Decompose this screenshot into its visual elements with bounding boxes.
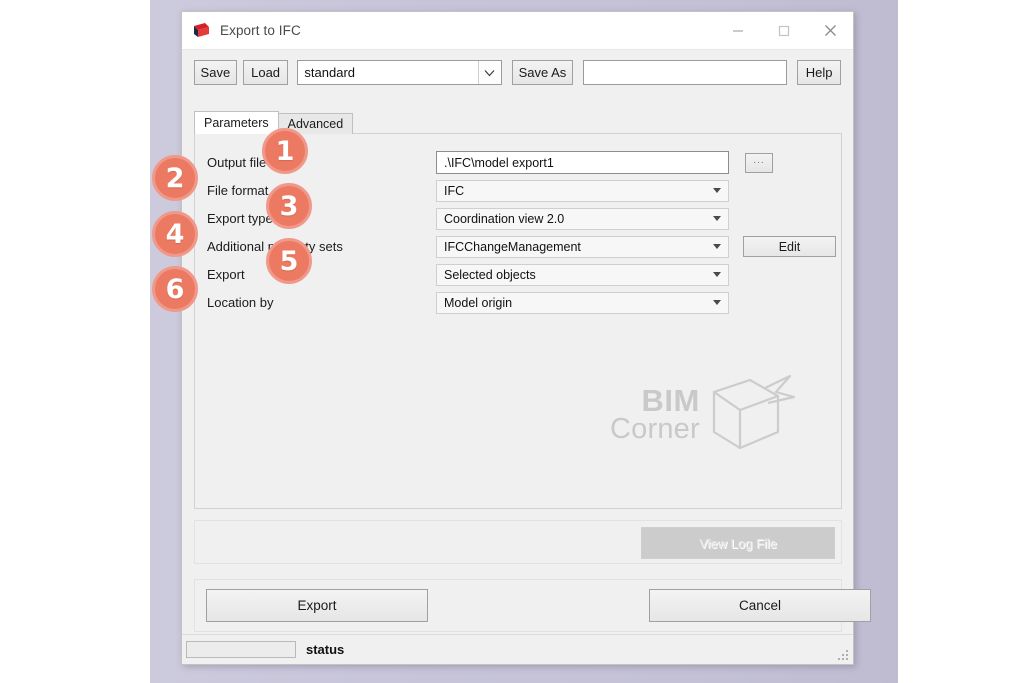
export-type-field-wrap: Coordination view 2.0 [436, 207, 729, 230]
view-log-file-button[interactable]: View Log File [641, 527, 835, 559]
export-scope-value: Selected objects [444, 267, 536, 282]
additional-property-sets-select[interactable]: IFCChangeManagement [436, 235, 729, 258]
chevron-down-icon [708, 181, 726, 201]
label-file-format: File format [207, 183, 269, 198]
help-button[interactable]: Help [797, 60, 842, 85]
export-scope-select[interactable]: Selected objects [436, 263, 729, 286]
log-bar: View Log File [194, 520, 842, 564]
resize-grip-icon[interactable] [836, 648, 848, 660]
chevron-down-icon [708, 209, 726, 229]
maximize-icon[interactable] [761, 12, 807, 49]
export-button[interactable]: Export [206, 589, 428, 622]
callout-badge-3: 3 [266, 183, 312, 229]
watermark-text: BIM Corner [610, 383, 700, 445]
preset-toolbar: Save Load standard Save As Help [182, 50, 853, 96]
export-type-value: Coordination view 2.0 [444, 211, 565, 226]
export-type-select[interactable]: Coordination view 2.0 [436, 207, 729, 230]
action-bar: Export Cancel [194, 579, 871, 632]
save-as-button[interactable]: Save As [512, 60, 573, 85]
file-format-select[interactable]: IFC [436, 179, 729, 202]
window-title: Export to IFC [220, 23, 301, 38]
edit-property-sets-button[interactable]: Edit [743, 236, 836, 257]
chevron-down-icon [708, 237, 726, 257]
tekla-export-icon [193, 22, 210, 39]
callout-badge-5: 5 [266, 238, 312, 284]
tab-parameters[interactable]: Parameters [194, 111, 279, 134]
watermark-line-2: Corner [610, 412, 700, 445]
label-export: Export [207, 267, 245, 282]
status-label: status [306, 642, 345, 657]
save-button[interactable]: Save [194, 60, 237, 85]
cancel-button[interactable]: Cancel [649, 589, 871, 622]
label-export-type: Export type [207, 211, 273, 226]
callout-badge-1: 1 [262, 128, 308, 174]
close-icon[interactable] [807, 12, 853, 49]
status-bar: status [182, 634, 853, 664]
callout-badge-4: 4 [152, 211, 198, 257]
label-location-by: Location by [207, 295, 274, 310]
export-to-ifc-dialog: Export to IFC Save Load standard Save As… [181, 11, 871, 665]
label-output-file: Output file [207, 155, 267, 170]
bim-corner-watermark: BIM Corner [610, 370, 810, 460]
preset-select-value: standard [304, 65, 355, 80]
export-field-wrap: Selected objects [436, 263, 729, 286]
open-box-icon [706, 370, 798, 461]
title-bar: Export to IFC [182, 12, 853, 50]
browse-button[interactable]: ... [745, 152, 773, 173]
chevron-down-icon [478, 61, 501, 84]
chevron-down-icon [708, 265, 726, 285]
window-controls [715, 12, 853, 49]
additional-property-sets-value: IFCChangeManagement [444, 239, 581, 254]
output-file-field-wrap: .\IFC\model export1 [436, 151, 729, 174]
callout-badge-6: 6 [152, 266, 198, 312]
load-button[interactable]: Load [242, 60, 289, 85]
preset-select[interactable]: standard [297, 60, 503, 85]
location-by-field-wrap: Model origin [436, 291, 729, 314]
minimize-icon[interactable] [715, 12, 761, 49]
chevron-down-icon [708, 293, 726, 313]
callout-badge-2: 2 [152, 155, 198, 201]
save-as-input[interactable] [582, 60, 788, 85]
location-by-select[interactable]: Model origin [436, 291, 729, 314]
progress-bar [186, 641, 296, 658]
file-format-field-wrap: IFC [436, 179, 729, 202]
location-by-value: Model origin [444, 295, 513, 310]
row-location-by: Location by Model origin [195, 289, 841, 316]
watermark-line-1: BIM [641, 383, 700, 419]
additional-property-sets-field-wrap: IFCChangeManagement [436, 235, 729, 258]
output-file-input[interactable]: .\IFC\model export1 [436, 151, 729, 174]
file-format-value: IFC [444, 183, 465, 198]
